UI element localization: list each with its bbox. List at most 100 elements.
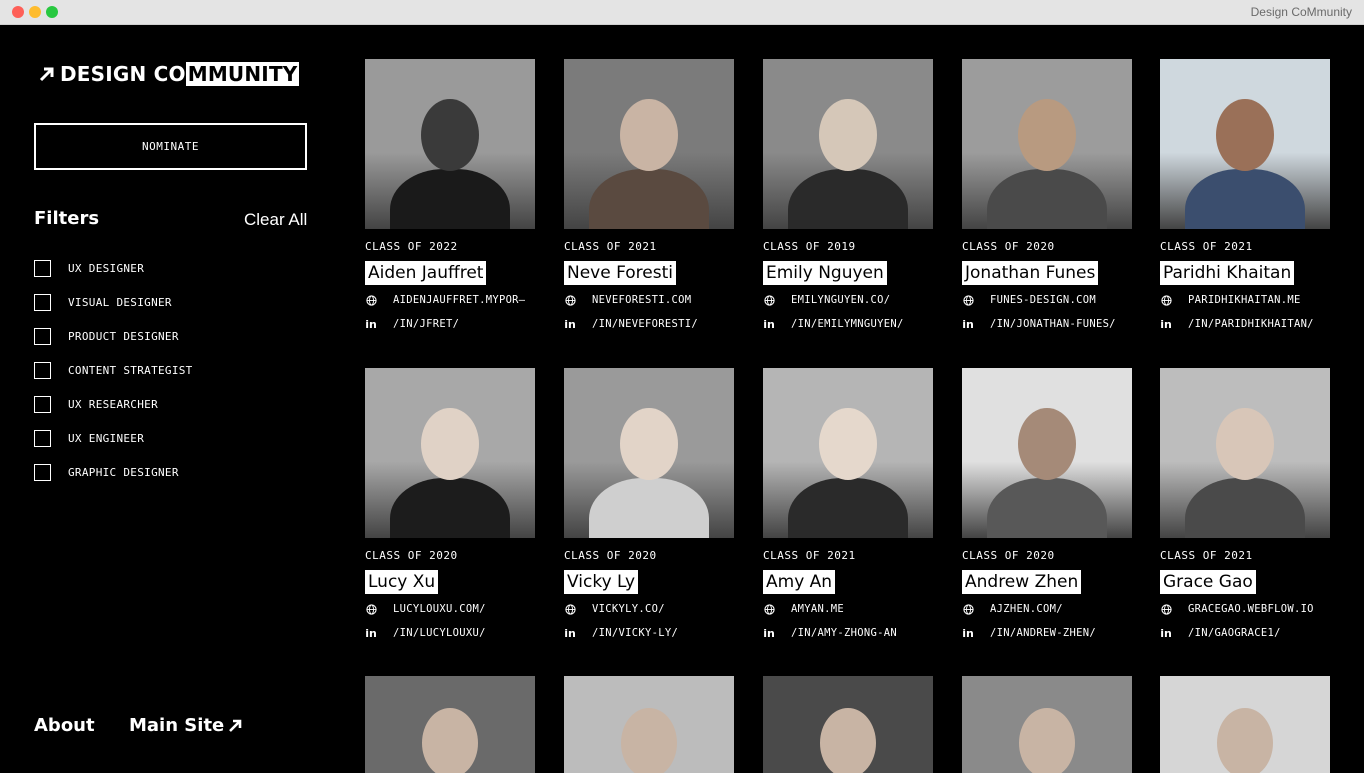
member-photo-partial[interactable] [763,676,933,773]
member-website-link[interactable]: AIDENJAUFFRET.MYPOR– [365,293,536,307]
member-linkedin-link[interactable]: in /IN/JONATHAN-FUNES/ [962,317,1133,331]
member-linkedin: /IN/JONATHAN-FUNES/ [990,318,1116,330]
member-photo[interactable] [365,59,535,229]
member-website-link[interactable]: PARIDHIKHAITAN.ME [1160,293,1331,307]
member-class: CLASS OF 2019 [763,240,856,253]
member-class: CLASS OF 2021 [564,240,657,253]
member-class: CLASS OF 2020 [962,240,1055,253]
linkedin-icon: in [564,626,576,640]
window-title: Design CoMmunity [1250,5,1352,19]
clear-all-button[interactable]: Clear All [244,210,307,230]
nominate-button[interactable]: NOMINATE [34,123,307,170]
globe-icon [763,603,775,615]
photo-head-shape [421,408,479,480]
member-photo-partial[interactable] [365,676,535,773]
site-logo[interactable]: DESIGN CO MMUNITY [38,62,300,86]
member-linkedin-link[interactable]: in /IN/VICKY-LY/ [564,626,735,640]
member-website-link[interactable]: AMYAN.ME [763,602,934,616]
close-window-button[interactable] [12,6,24,18]
member-photo[interactable] [763,368,933,538]
globe-icon [1160,603,1172,615]
member-website-link[interactable]: NEVEFORESTI.COM [564,293,735,307]
member-photo-partial[interactable] [1160,676,1330,773]
member-website: AMYAN.ME [791,603,844,615]
member-photo[interactable] [962,368,1132,538]
member-linkedin-link[interactable]: in /IN/ANDREW-ZHEN/ [962,626,1133,640]
filter-ux-engineer[interactable]: UX ENGINEER [34,421,193,455]
member-card: CLASS OF 2021 Amy An AMYAN.ME in /IN/AMY… [763,368,934,640]
photo-head-shape [1018,408,1076,480]
minimize-window-button[interactable] [29,6,41,18]
filter-ux-designer[interactable]: UX DESIGNER [34,251,193,285]
linkedin-icon: in [962,626,974,640]
filter-ux-researcher[interactable]: UX RESEARCHER [34,387,193,421]
member-website-link[interactable]: GRACEGAO.WEBFLOW.IO [1160,602,1331,616]
member-website: PARIDHIKHAITAN.ME [1188,294,1301,306]
filter-content-strategist[interactable]: CONTENT STRATEGIST [34,353,193,387]
member-card: CLASS OF 2021 Neve Foresti NEVEFORESTI.C… [564,59,735,331]
globe-icon [564,294,576,306]
filter-checkbox[interactable] [34,327,51,345]
about-link[interactable]: About [34,715,95,736]
member-website: LUCYLOUXU.COM/ [393,603,486,615]
member-class: CLASS OF 2020 [962,549,1055,562]
filter-checkbox[interactable] [34,259,51,277]
filter-checkbox[interactable] [34,395,51,413]
member-linkedin-link[interactable]: in /IN/LUCYLOUXU/ [365,626,536,640]
filter-graphic-designer[interactable]: GRAPHIC DESIGNER [34,455,193,489]
member-photo-partial[interactable] [564,676,734,773]
member-website-link[interactable]: VICKYLY.CO/ [564,602,735,616]
member-website: GRACEGAO.WEBFLOW.IO [1188,603,1314,615]
member-website-link[interactable]: AJZHEN.COM/ [962,602,1133,616]
member-website: VICKYLY.CO/ [592,603,665,615]
linkedin-icon: in [365,626,377,640]
filter-label: CONTENT STRATEGIST [68,363,193,377]
member-photo[interactable] [962,59,1132,229]
filter-checkbox[interactable] [34,463,51,481]
globe-icon [962,294,974,306]
member-class: CLASS OF 2021 [1160,240,1253,253]
member-website-link[interactable]: LUCYLOUXU.COM/ [365,602,536,616]
member-class: CLASS OF 2021 [1160,549,1253,562]
member-card: CLASS OF 2020 Lucy Xu LUCYLOUXU.COM/ in … [365,368,536,640]
member-linkedin-link[interactable]: in /IN/NEVEFORESTI/ [564,317,735,331]
filter-checkbox[interactable] [34,361,51,379]
member-photo[interactable] [365,368,535,538]
member-linkedin-link[interactable]: in /IN/JFRET/ [365,317,536,331]
member-name: Paridhi Khaitan [1160,261,1295,285]
member-card: CLASS OF 2020 Vicky Ly VICKYLY.CO/ in /I… [564,368,735,640]
member-linkedin: /IN/VICKY-LY/ [592,627,679,639]
member-linkedin: /IN/NEVEFORESTI/ [592,318,698,330]
member-linkedin-link[interactable]: in /IN/AMY-ZHONG-AN [763,626,934,640]
filter-visual-designer[interactable]: VISUAL DESIGNER [34,285,193,319]
member-linkedin-link[interactable]: in /IN/PARIDHIKHAITAN/ [1160,317,1331,331]
logo-text-part1: DESIGN CO [60,62,186,86]
member-website-link[interactable]: EMILYNGUYEN.CO/ [763,293,934,307]
member-photo[interactable] [564,368,734,538]
photo-head-shape [820,708,876,773]
filter-checkbox[interactable] [34,429,51,447]
member-class: CLASS OF 2021 [763,549,856,562]
member-linkedin-link[interactable]: in /IN/GAOGRACE1/ [1160,626,1331,640]
arrow-up-right-icon [39,67,54,82]
member-photo[interactable] [564,59,734,229]
photo-head-shape [620,408,678,480]
linkedin-icon: in [962,317,974,331]
member-photo[interactable] [1160,368,1330,538]
member-name: Aiden Jauffret [365,261,487,285]
linkedin-icon: in [365,317,377,331]
member-photo[interactable] [763,59,933,229]
filter-label: UX ENGINEER [68,431,145,445]
member-photo-partial[interactable] [962,676,1132,773]
filter-product-designer[interactable]: PRODUCT DESIGNER [34,319,193,353]
member-name: Amy An [763,570,836,594]
zoom-window-button[interactable] [46,6,58,18]
member-website-link[interactable]: FUNES-DESIGN.COM [962,293,1133,307]
member-linkedin-link[interactable]: in /IN/EMILYMNGUYEN/ [763,317,934,331]
window-titlebar: Design CoMmunity [0,0,1364,25]
member-photo[interactable] [1160,59,1330,229]
member-card: CLASS OF 2020 Andrew Zhen AJZHEN.COM/ in… [962,368,1133,640]
member-card: CLASS OF 2021 Paridhi Khaitan PARIDHIKHA… [1160,59,1331,331]
main-site-link[interactable]: Main Site [129,715,243,736]
filter-checkbox[interactable] [34,293,51,311]
